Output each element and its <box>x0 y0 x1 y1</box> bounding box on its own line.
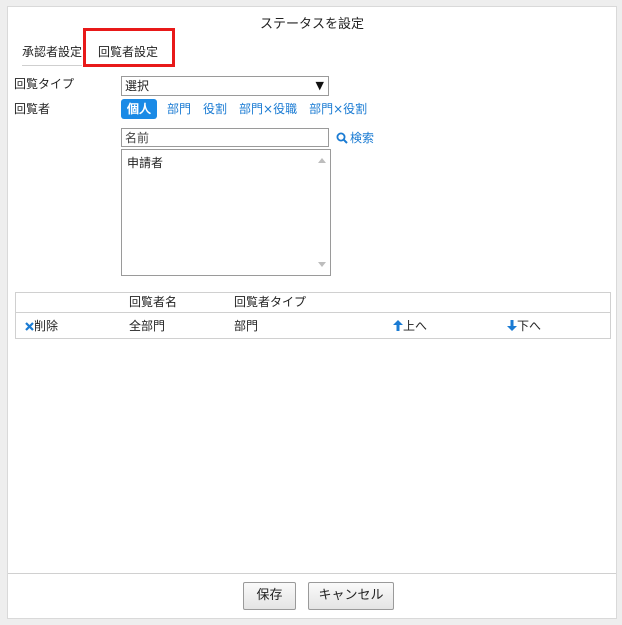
move-down-link[interactable]: 下へ <box>507 313 541 339</box>
chip-department-position[interactable]: 部門×役職 <box>237 99 299 119</box>
search-icon <box>336 132 348 144</box>
viewer-type-select[interactable]: 選択 ▼ <box>121 76 329 96</box>
header-viewer-type: 回覧者タイプ <box>234 295 307 309</box>
chip-department[interactable]: 部門 <box>165 99 193 119</box>
dropdown-arrow-icon: ▼ <box>315 79 324 92</box>
table-row: 削除 全部門 部門 上へ 下へ <box>16 313 610 339</box>
search-button[interactable]: 検索 <box>336 129 374 147</box>
viewer-name-cell: 全部門 <box>129 319 166 333</box>
tab-viewer-settings[interactable]: 回覧者設定 <box>90 39 166 67</box>
header-viewer-name: 回覧者名 <box>129 295 178 309</box>
chip-individual[interactable]: 個人 <box>121 99 158 119</box>
name-search-input[interactable] <box>121 128 329 147</box>
dialog-title: ステータスを設定 <box>259 17 364 32</box>
move-up-link[interactable]: 上へ <box>393 313 427 339</box>
viewer-type-cell: 部門 <box>234 319 259 333</box>
tab-approver-settings[interactable]: 承認者設定 <box>22 39 82 66</box>
cancel-button[interactable]: キャンセル <box>308 582 394 610</box>
move-up-label: 上へ <box>403 319 428 333</box>
save-button[interactable]: 保存 <box>243 582 296 610</box>
list-item[interactable]: 申請者 <box>127 154 163 171</box>
viewer-type-label: 回覧タイプ <box>14 77 75 91</box>
chip-department-role[interactable]: 部門×役割 <box>307 99 369 119</box>
delete-label: 削除 <box>34 319 59 333</box>
dialog-footer: 保存 キャンセル <box>8 573 616 618</box>
search-button-label: 検索 <box>350 131 375 145</box>
move-down-label: 下へ <box>517 319 542 333</box>
delete-link[interactable]: 削除 <box>25 313 58 339</box>
close-icon <box>25 322 34 331</box>
status-dialog: ステータスを設定 承認者設定 回覧者設定 回覧タイプ 選択 ▼ 回覧者 個人 部門… <box>7 6 617 619</box>
viewer-type-value: 選択 <box>125 79 150 93</box>
arrow-down-icon <box>507 320 517 331</box>
chip-role[interactable]: 役割 <box>201 99 229 119</box>
viewer-kind-chips: 個人 部門 役割 部門×役職 部門×役割 <box>121 99 377 119</box>
candidate-listbox[interactable]: 申請者 <box>121 149 331 276</box>
viewer-label: 回覧者 <box>14 102 51 116</box>
scroll-up-arrow-icon[interactable] <box>318 158 326 163</box>
arrow-up-icon <box>393 320 403 331</box>
scroll-down-arrow-icon[interactable] <box>318 262 326 267</box>
viewer-table: 回覧者名 回覧者タイプ 削除 全部門 部門 上へ 下へ <box>15 292 611 339</box>
table-header-row: 回覧者名 回覧者タイプ <box>16 293 610 313</box>
